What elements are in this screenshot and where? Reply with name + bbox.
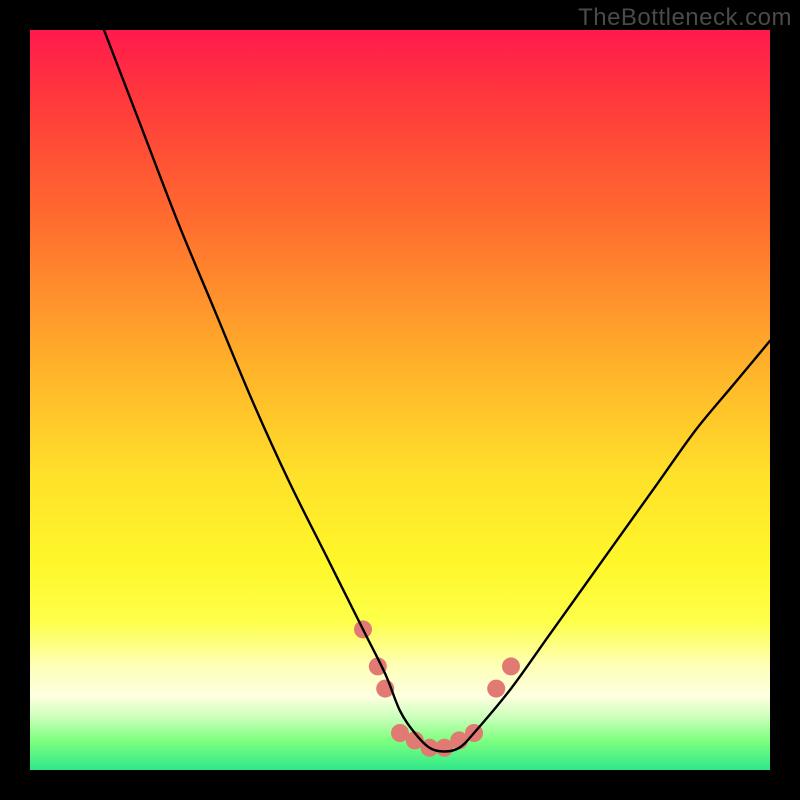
curve-svg <box>30 30 770 770</box>
curve-marker <box>502 657 520 675</box>
markers-group <box>354 620 520 756</box>
chart-frame: TheBottleneck.com <box>0 0 800 800</box>
bottleneck-curve <box>104 30 770 752</box>
watermark-text: TheBottleneck.com <box>578 4 792 32</box>
plot-area <box>30 30 770 770</box>
curve-marker <box>487 680 505 698</box>
